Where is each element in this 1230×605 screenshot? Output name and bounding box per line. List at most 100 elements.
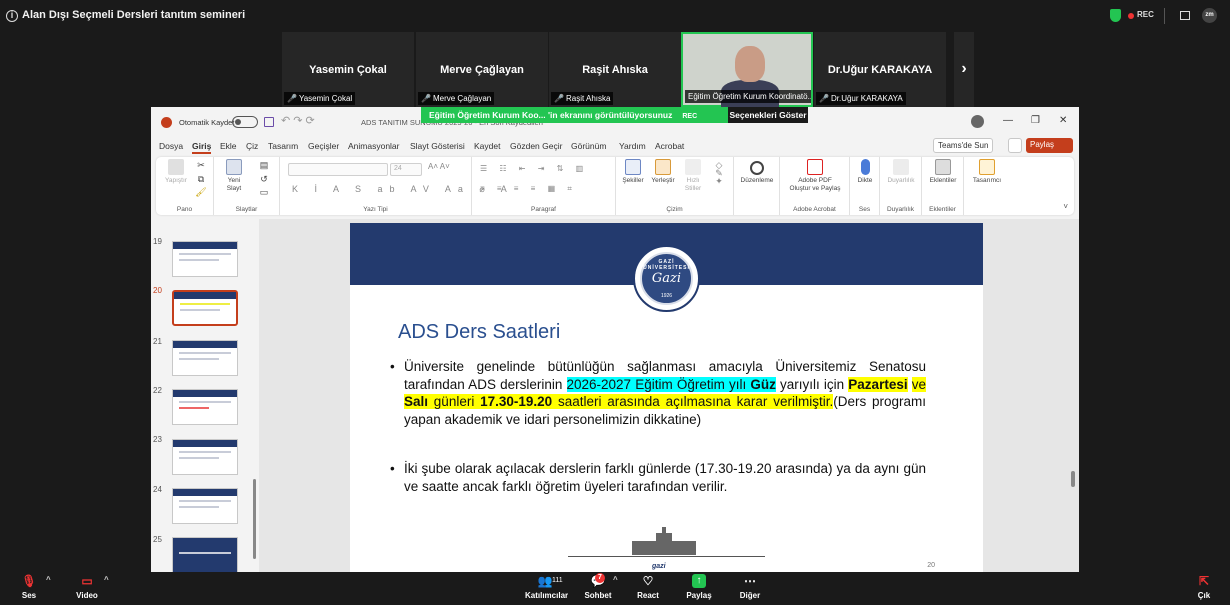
slide-thumbnail[interactable] [172, 537, 238, 572]
info-icon[interactable]: i [6, 10, 18, 22]
cut-icon[interactable]: ✂ [194, 161, 208, 170]
bullet-paragraph-2: • İki şube olarak açılacak derslerin far… [390, 461, 926, 494]
thumbnail-scrollbar[interactable] [253, 479, 256, 559]
slide-thumbnails-pane: 19 20 21 22 23 24 25 [151, 219, 256, 572]
adobe-pdf-button[interactable]: Adobe PDF Oluştur ve Paylaş [782, 159, 848, 193]
leave-button[interactable]: ⇱ Çık [1194, 574, 1214, 600]
participants-button[interactable]: 👥 Katılımcılar 111 [525, 574, 568, 600]
user-avatar[interactable] [971, 115, 984, 128]
next-page-chevron-icon[interactable]: › [954, 32, 974, 107]
ribbon-group-voice: Dikte Ses [850, 157, 880, 215]
view-options-button[interactable]: Seçenekleri Göster [728, 107, 808, 123]
chat-options-caret-icon[interactable]: ^ [613, 575, 618, 584]
participant-tile[interactable]: Merve Çağlayan 🎤 Merve Çağlayan [416, 32, 548, 107]
slide-title: ADS Ders Saatleri [398, 321, 561, 343]
menu-yardim[interactable]: Yardım [619, 141, 646, 151]
slide-thumbnail[interactable] [172, 389, 238, 425]
present-in-teams-button[interactable]: Teams'de Sun [933, 138, 994, 153]
chat-button[interactable]: 💬Sohbet 7 [583, 573, 613, 600]
canvas-scrollbar[interactable] [1071, 471, 1075, 487]
editing-button[interactable]: Düzenleme [736, 161, 778, 185]
autosave-toggle[interactable] [232, 116, 258, 128]
ribbon: Yapıştır ✂ ⧉ 🖌 Pano Yeni Slayt ▤ ↺ ▭ Slay… [156, 157, 1074, 215]
menu-dosya[interactable]: Dosya [159, 141, 183, 151]
video-button[interactable]: ▭ Video [74, 574, 100, 600]
comment-icon[interactable] [1008, 138, 1022, 153]
menu-ekle[interactable]: Ekle [220, 141, 237, 151]
menu-ciz[interactable]: Çiz [246, 141, 258, 151]
slide-thumbnail-selected[interactable] [172, 290, 238, 326]
security-shield-icon[interactable] [1110, 9, 1121, 22]
menu-giris[interactable]: Giriş [192, 141, 212, 154]
more-button[interactable]: ⋯ Diğer [738, 574, 762, 600]
slide-thumbnail[interactable] [172, 488, 238, 524]
alignment-icons[interactable]: ≡ ≡ ≡ ≡ ▦ ⌗ [480, 184, 577, 194]
quick-styles-button[interactable]: Hızlı Stiller [680, 159, 706, 193]
shapes-button[interactable]: Şekiller [620, 159, 646, 185]
more-icon: ⋯ [744, 574, 756, 588]
reset-icon[interactable]: ↺ [254, 175, 274, 184]
participant-tile[interactable]: Dr.Uğur KARAKAYA 🎤 Dr.Uğur KARAKAYA [814, 32, 946, 107]
share-screen-button[interactable]: ↑ Paylaş [686, 574, 712, 600]
minimize-icon[interactable]: — [1003, 115, 1013, 126]
font-size-arrows-icon[interactable]: A˄ A˅ [428, 163, 450, 171]
view-layout-icon[interactable] [1180, 11, 1190, 20]
ribbon-group-editing: Düzenleme [734, 157, 780, 215]
slide-thumbnail[interactable] [172, 241, 238, 277]
sensitivity-button[interactable]: Duyarlılık [882, 159, 920, 185]
powerpoint-logo-icon [161, 117, 172, 128]
undo-icon[interactable]: ↶ ↷ ⟳ [281, 114, 315, 127]
dictate-button[interactable]: Dikte [852, 159, 878, 185]
mic-muted-icon: 🎤 [554, 94, 564, 103]
slide-thumbnail[interactable] [172, 340, 238, 376]
participant-tile[interactable]: Raşit Ahıska 🎤 Raşit Ahıska [549, 32, 681, 107]
fill-icons[interactable]: ◇ ✎ ✦ [710, 161, 728, 186]
participant-name: Dr.Uğur KARAKAYA [827, 64, 933, 76]
shared-screen: Otomatik Kaydet ↶ ↷ ⟳ ADS TANITIM SUNUMU… [151, 107, 1079, 572]
audio-options-caret-icon[interactable]: ^ [46, 575, 51, 584]
ribbon-group-addins: Eklentiler Eklentiler [922, 157, 964, 215]
participant-tile[interactable]: Yasemin Çokal 🎤 Yasemin Çokal [282, 32, 414, 107]
menu-slayt-gosterisi[interactable]: Slayt Gösterisi [410, 141, 465, 151]
menu-acrobat[interactable]: Acrobat [655, 141, 684, 151]
maximize-icon[interactable]: ❐ [1031, 115, 1040, 126]
menu-animasyonlar[interactable]: Animasyonlar [348, 141, 400, 151]
close-icon[interactable]: ✕ [1059, 115, 1067, 126]
new-slide-button[interactable]: Yeni Slayt [220, 159, 248, 193]
copy-icon[interactable]: ⧉ [194, 175, 208, 184]
participant-label: 🎤 Dr.Uğur KARAKAYA [816, 92, 906, 105]
menu-tasarim[interactable]: Tasarım [268, 141, 298, 151]
menu-kaydet[interactable]: Kaydet [474, 141, 500, 151]
menu-gozden-gecir[interactable]: Gözden Geçir [510, 141, 562, 151]
share-button[interactable]: Paylaş [1026, 138, 1073, 153]
arrange-button[interactable]: Yerleştir [648, 159, 678, 185]
paste-button[interactable]: Yapıştır [161, 159, 191, 185]
thumb-number: 25 [153, 535, 162, 544]
font-name-box[interactable] [288, 163, 388, 176]
video-off-icon: ▭ [81, 574, 93, 588]
slide-thumbnail[interactable] [172, 439, 238, 475]
active-speaker-tile[interactable]: Eğitim Öğretim Kurum Koordinatö... [681, 32, 813, 108]
arrange-icon [655, 159, 671, 175]
video-options-caret-icon[interactable]: ^ [104, 575, 109, 584]
designer-button[interactable]: Tasarımcı [966, 159, 1008, 185]
font-size-box[interactable]: 24 [390, 163, 422, 176]
thumb-number: 19 [153, 237, 162, 246]
layout-icon[interactable]: ▤ [254, 161, 274, 170]
current-slide[interactable]: GAZİ ÜNİVERSİTESİ Gazi 1926 ADS Ders Saa… [350, 223, 983, 572]
collapse-ribbon-chevron-icon[interactable]: ˅ [1063, 202, 1068, 211]
designer-icon [979, 159, 995, 175]
audio-button[interactable]: 🎙 Ses [16, 574, 42, 600]
format-painter-icon[interactable]: 🖌 [194, 188, 208, 197]
menu-gorunum[interactable]: Görünüm [571, 141, 606, 151]
addins-button[interactable]: Eklentiler [924, 159, 962, 185]
account-avatar[interactable]: zm [1202, 8, 1217, 23]
react-button[interactable]: ♡ React [636, 574, 660, 600]
list-icons[interactable]: ☰ ☷ ⇤ ⇥ ⇅ ▥ [480, 164, 588, 173]
section-icon[interactable]: ▭ [254, 188, 274, 197]
save-icon[interactable] [264, 117, 274, 127]
footer-divider [568, 556, 765, 557]
search-icon [750, 161, 764, 175]
menu-gecisler[interactable]: Geçişler [308, 141, 339, 151]
chat-badge: 7 [595, 573, 605, 583]
